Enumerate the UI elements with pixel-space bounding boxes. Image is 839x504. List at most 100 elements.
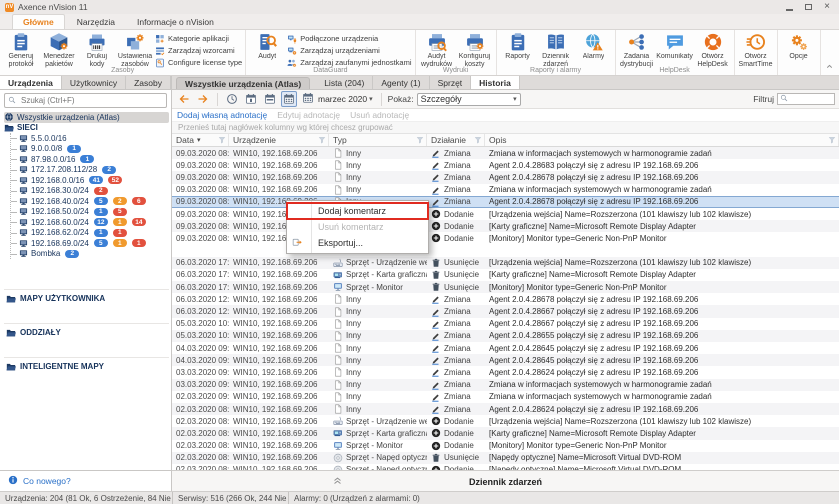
- sidebar-section-inteligentne-mapy[interactable]: INTELIGENTNE MAPY: [4, 357, 169, 372]
- table-row[interactable]: 06.03.2020 17:34:42WIN10, 192.168.69.206…: [172, 269, 839, 281]
- table-row[interactable]: 06.03.2020 17:34:42WIN10, 192.168.69.206…: [172, 281, 839, 293]
- table-row[interactable]: 06.03.2020 12:33:26WIN10, 192.168.69.206…: [172, 305, 839, 317]
- ribbon-button-konfiguruj-koszty-wydruków[interactable]: Konfiguruj koszty wydruków: [457, 31, 493, 69]
- table-row[interactable]: 06.03.2020 12:34:08WIN10, 192.168.69.206…: [172, 293, 839, 305]
- context-menu-item-usuń-komentarz[interactable]: Usuń komentarz: [287, 219, 428, 235]
- edit-annotation-link[interactable]: Edytuj adnotację: [277, 110, 340, 120]
- sidebar-section-oddziały[interactable]: ODDZIAŁY: [4, 323, 169, 338]
- table-row[interactable]: 09.03.2020 08:56:39WIN10, 192.168.69.206…: [172, 147, 839, 159]
- filter-funnel-button[interactable]: [318, 136, 326, 144]
- table-row[interactable]: 02.03.2020 08:38:34WIN10, 192.168.69.206…: [172, 415, 839, 427]
- ribbon-tab-główne[interactable]: Główne: [12, 14, 65, 29]
- table-row[interactable]: 09.03.2020 08:34:56WIN10, 192.168.69.206…: [172, 184, 839, 196]
- table-row[interactable]: 05.03.2020 10:25:13WIN10, 192.168.69.206…: [172, 318, 839, 330]
- ribbon-button-opcje[interactable]: Opcje: [781, 31, 817, 61]
- ribbon-button-ustawienia-zasobów[interactable]: Ustawienia zasobów: [117, 31, 153, 69]
- context-menu-item-dodaj-komentarz[interactable]: Dodaj komentarz: [287, 203, 428, 219]
- table-row[interactable]: 09.03.2020 08:33:00WIN10, 192.168.69.206…: [172, 232, 839, 244]
- ribbon-button-audyt-wydruków[interactable]: Audyt wydruków: [419, 31, 455, 69]
- forward-button[interactable]: [195, 91, 211, 107]
- tree-item-192-168-60-0-24[interactable]: 192.168.60.0/2412114: [11, 217, 169, 228]
- sidebar-tab-urządzenia[interactable]: Urządzenia: [0, 76, 62, 89]
- table-row[interactable]: 03.03.2020 09:54:19WIN10, 192.168.69.206…: [172, 366, 839, 378]
- sidebar-tab-użytkownicy[interactable]: Użytkownicy: [62, 76, 126, 89]
- column-header-urządzenie[interactable]: Urządzenie: [229, 134, 329, 146]
- table-row[interactable]: 04.03.2020 09:58:02WIN10, 192.168.69.206…: [172, 342, 839, 354]
- show-mode-select[interactable]: Szczegóły ▾: [417, 93, 521, 106]
- tree-item-192-168-30-0-24[interactable]: 192.168.30.0/242: [11, 186, 169, 197]
- remove-annotation-link[interactable]: Usuń adnotację: [350, 110, 409, 120]
- month-selector[interactable]: marzec 2020 ▾: [300, 90, 375, 108]
- tree-item-5-5-0-0-16[interactable]: 5.5.0.0/16: [11, 133, 169, 144]
- maximize-button[interactable]: [805, 4, 812, 10]
- tree-item-192-168-69-0-24[interactable]: 192.168.69.0/24511: [11, 238, 169, 249]
- collapse-ribbon-button[interactable]: [825, 62, 834, 494]
- tree-item-bombka[interactable]: Bombka2: [11, 249, 169, 260]
- ribbon-button-kategorie-aplikacji[interactable]: Kategorie aplikacji: [155, 33, 242, 44]
- ribbon-button-zarządzaj-wzorcami[interactable]: Zarządzaj wzorcami: [155, 45, 242, 56]
- main-tab-agenty-1[interactable]: Agenty (1): [373, 76, 429, 89]
- column-header-typ[interactable]: Typ: [329, 134, 427, 146]
- table-row[interactable]: 02.03.2020 08:36:43WIN10, 192.168.69.206…: [172, 452, 839, 464]
- ribbon-button-otwórz-smarttime[interactable]: Otwórz SmartTime: [738, 31, 774, 69]
- table-row[interactable]: 02.03.2020 08:38:40WIN10, 192.168.69.206…: [172, 403, 839, 415]
- week-view-button[interactable]: [262, 91, 278, 107]
- table-row[interactable]: 02.03.2020 08:36:43WIN10, 192.168.69.206…: [172, 440, 839, 452]
- table-row[interactable]: 06.03.2020 17:34:42WIN10, 192.168.69.206…: [172, 257, 839, 269]
- table-row[interactable]: 09.03.2020 08:55:44WIN10, 192.168.69.206…: [172, 171, 839, 183]
- add-annotation-link[interactable]: Dodaj własną adnotację: [177, 110, 267, 120]
- tree-item-192-168-40-0-24[interactable]: 192.168.40.0/24526: [11, 196, 169, 207]
- column-header-data[interactable]: Data▾: [172, 134, 229, 146]
- tree-item-9-0-0-0-8[interactable]: 9.0.0.0/81: [11, 144, 169, 155]
- ribbon-tab-informacje-o-nvision[interactable]: Informacje o nVision: [127, 15, 224, 29]
- filter-funnel-button[interactable]: [416, 136, 424, 144]
- ribbon-button-menedżer-pakietów-msi[interactable]: Menedżer pakietów MSI: [41, 31, 77, 69]
- main-tab-sprzęt[interactable]: Sprzęt: [430, 76, 472, 89]
- ribbon-button-generuj-protokół[interactable]: Generuj protokół: [3, 31, 39, 69]
- table-row[interactable]: 04.03.2020 09:57:20WIN10, 192.168.69.206…: [172, 354, 839, 366]
- annotation-row[interactable]: dasd: [172, 245, 839, 257]
- time-range-button[interactable]: [224, 91, 240, 107]
- tree-item-172-17-208-112-28[interactable]: 172.17.208.112/282: [11, 165, 169, 176]
- main-tab-historia[interactable]: Historia: [471, 76, 520, 89]
- filter-funnel-button[interactable]: [218, 136, 226, 144]
- main-tab-lista-204[interactable]: Lista (204): [316, 76, 373, 89]
- back-button[interactable]: [176, 91, 192, 107]
- ribbon-button-zadania-dystrybucji[interactable]: Zadania dystrybucji: [619, 31, 655, 69]
- close-button[interactable]: ×: [824, 2, 830, 12]
- ribbon-button-otwórz-helpdesk[interactable]: Otwórz HelpDesk: [695, 31, 731, 69]
- table-row[interactable]: 02.03.2020 09:36:37WIN10, 192.168.69.206…: [172, 391, 839, 403]
- table-row[interactable]: 02.03.2020 08:36:43WIN10, 192.168.69.206…: [172, 427, 839, 439]
- filter-funnel-button[interactable]: [474, 136, 482, 144]
- tree-item-192-168-62-0-24[interactable]: 192.168.62.0/2411: [11, 228, 169, 239]
- main-tab-wszystkie-urządzenia-atlas[interactable]: Wszystkie urządzenia (Atlas): [176, 77, 310, 89]
- tree-item-87-98-0-0-16[interactable]: 87.98.0.0/161: [11, 154, 169, 165]
- ribbon-tab-narzędzia[interactable]: Narzędzia: [67, 15, 125, 29]
- whats-new-link[interactable]: Co nowego?: [23, 476, 71, 486]
- ribbon-button-podłączone-urządzenia[interactable]: Podłączone urządzenia: [287, 33, 411, 44]
- table-row[interactable]: 09.03.2020 08:33:00WIN10, 192.168.69.206…: [172, 220, 839, 232]
- table-row[interactable]: 09.03.2020 08:33:01WIN10, 192.168.69.206…: [172, 208, 839, 220]
- tree-item-wszystkie-urządzenia-atlas[interactable]: Wszystkie urządzenia (Atlas): [4, 112, 169, 123]
- table-row[interactable]: 05.03.2020 10:23:27WIN10, 192.168.69.206…: [172, 330, 839, 342]
- tree-item-192-168-50-0-24[interactable]: 192.168.50.0/2415: [11, 207, 169, 218]
- ribbon-button-audyt[interactable]: Audyt: [249, 31, 285, 61]
- ribbon-button-alarmy[interactable]: Alarmy: [576, 31, 612, 61]
- column-header-opis[interactable]: Opis: [485, 134, 839, 146]
- column-header-działanie[interactable]: Działanie: [427, 134, 485, 146]
- group-by-bar[interactable]: Przenieś tutaj nagłówek kolumny wg które…: [172, 122, 839, 134]
- day-view-button[interactable]: [243, 91, 259, 107]
- context-menu-item-eksportuj[interactable]: Eksportuj...: [287, 235, 428, 251]
- sidebar-tab-zasoby[interactable]: Zasoby: [126, 76, 171, 89]
- ribbon-button-komunikaty[interactable]: Komunikaty: [657, 31, 693, 61]
- table-row[interactable]: 09.03.2020 08:56:32WIN10, 192.168.69.206…: [172, 159, 839, 171]
- sidebar-section-mapy-użytkownika[interactable]: MAPY UŻYTKOWNIKA: [4, 289, 169, 304]
- table-row[interactable]: 03.03.2020 09:53:33WIN10, 192.168.69.206…: [172, 379, 839, 391]
- ribbon-button-raporty[interactable]: Raporty: [500, 31, 536, 61]
- search-input[interactable]: [19, 95, 163, 106]
- minimize-button[interactable]: [786, 9, 793, 11]
- month-view-button[interactable]: [281, 91, 297, 107]
- tree-item-192-168-0-0-16[interactable]: 192.168.0.0/164152: [11, 175, 169, 186]
- ribbon-button-zarządzaj-urządzeniami[interactable]: Zarządzaj urządzeniami: [287, 45, 411, 56]
- table-row[interactable]: 09.03.2020 08:34:49WIN10, 192.168.69.206…: [172, 196, 839, 208]
